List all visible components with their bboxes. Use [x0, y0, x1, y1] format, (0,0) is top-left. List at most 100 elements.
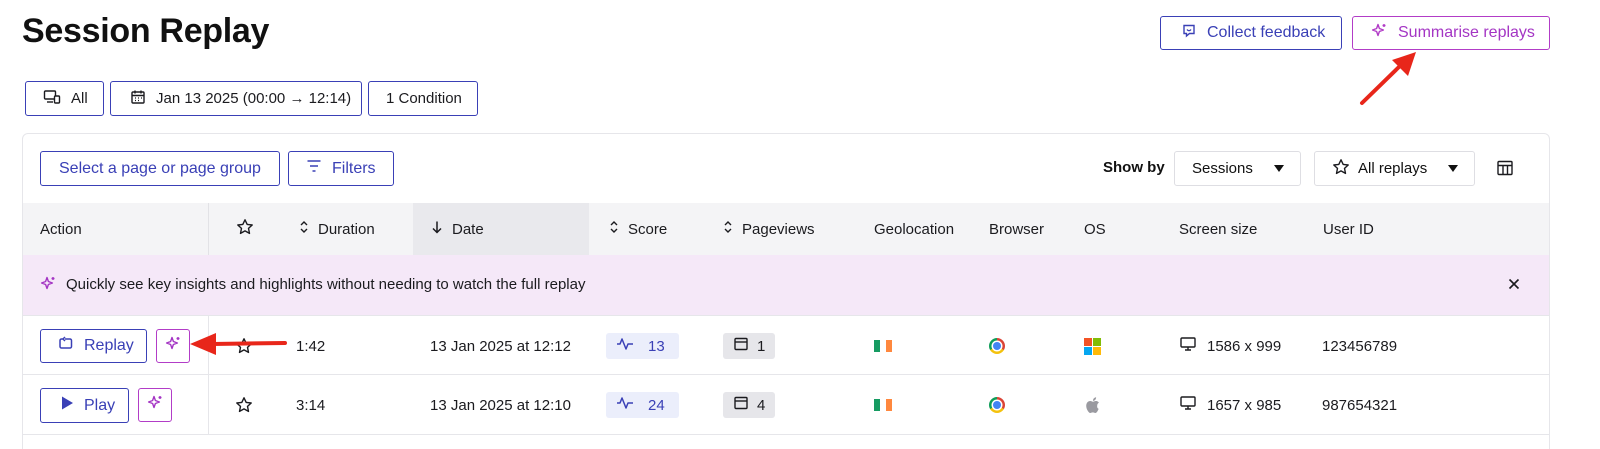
date-range-chip[interactable]: Jan 13 2025 (00:00 → 12:14) — [110, 81, 362, 116]
column-header-label: Action — [40, 220, 82, 238]
favourite-star-icon[interactable] — [235, 375, 253, 435]
user-id-cell: 987654321 — [1322, 396, 1398, 414]
close-icon[interactable] — [1507, 277, 1521, 296]
table-row[interactable]: Play 3:14 13 Jan 2025 at 12:10 24 4 1657… — [23, 375, 1549, 435]
date-cell: 13 Jan 2025 at 12:12 — [430, 337, 571, 355]
window-icon — [733, 395, 749, 415]
column-header-action: Action — [40, 203, 82, 255]
score-cell: 13 — [606, 316, 679, 376]
replays-filter-select[interactable]: All replays — [1314, 151, 1475, 186]
summarise-replays-label: Summarise replays — [1398, 24, 1535, 41]
conditions-chip[interactable]: 1 Condition — [368, 81, 478, 116]
replay-label: Replay — [84, 337, 134, 354]
table-row[interactable]: Replay 1:42 13 Jan 2025 at 12:12 13 1 15… — [23, 315, 1549, 376]
monitor-icon — [1179, 395, 1197, 415]
column-header-label: Pageviews — [742, 220, 815, 238]
conditions-label: 1 Condition — [386, 90, 462, 107]
column-header-label: Browser — [989, 220, 1045, 238]
column-header-score[interactable]: Score — [609, 203, 667, 255]
filter-icon — [306, 159, 322, 178]
sort-icon — [723, 220, 733, 238]
column-header-label: Screen size — [1179, 220, 1258, 238]
screen-size-cell: 1657 x 985 — [1179, 375, 1281, 435]
device-filter-chip[interactable]: All — [25, 81, 104, 116]
pageviews-badge: 4 — [723, 392, 776, 418]
filters-label: Filters — [332, 159, 376, 177]
screen-size-cell: 1586 x 999 — [1179, 316, 1281, 376]
column-header-geolocation: Geolocation — [874, 203, 954, 255]
caret-down-icon — [1274, 165, 1284, 172]
duration-cell: 3:14 — [296, 396, 326, 414]
feedback-icon — [1181, 23, 1197, 44]
duration-cell: 1:42 — [296, 337, 326, 355]
collect-feedback-label: Collect feedback — [1207, 24, 1326, 41]
pageviews-value: 1 — [757, 337, 766, 355]
score-badge: 24 — [606, 392, 679, 418]
page-group-selector[interactable]: Select a page or page group — [40, 151, 280, 186]
score-value: 13 — [648, 337, 665, 355]
replay-icon — [58, 335, 74, 357]
user-id-cell: 123456789 — [1322, 337, 1398, 355]
sparkle-icon — [39, 275, 57, 298]
play-button[interactable]: Play — [40, 388, 129, 423]
show-by-value: Sessions — [1192, 160, 1253, 177]
annotation-arrow-icon — [1360, 52, 1416, 105]
pageviews-cell: 1 — [723, 316, 776, 376]
date-cell: 13 Jan 2025 at 12:10 — [430, 396, 571, 414]
pageviews-badge: 1 — [723, 333, 776, 359]
sparkle-icon — [164, 335, 182, 358]
play-label: Play — [84, 396, 116, 414]
apple-icon — [1084, 375, 1100, 435]
screen-size-value: 1657 x 985 — [1207, 396, 1282, 414]
column-header-label: Score — [628, 220, 668, 238]
column-header-duration[interactable]: Duration — [299, 203, 375, 255]
page-group-label: Select a page or page group — [59, 159, 261, 177]
column-divider — [208, 316, 209, 376]
chrome-icon — [989, 375, 1005, 435]
column-header-user-id: User ID — [1323, 203, 1374, 255]
pageviews-value: 4 — [757, 396, 766, 414]
score-badge: 13 — [606, 333, 679, 359]
screen-size-value: 1586 x 999 — [1207, 337, 1282, 355]
column-header-label: User ID — [1323, 220, 1374, 238]
summarise-replays-button[interactable]: Summarise replays — [1352, 16, 1550, 50]
sparkle-icon — [1370, 22, 1388, 45]
show-by-label: Show by — [1103, 159, 1165, 176]
play-icon — [60, 395, 74, 416]
table-header: Action Duration Date Score Pageviews Geo… — [23, 203, 1549, 255]
monitor-icon — [1179, 336, 1197, 356]
date-range-label: Jan 13 2025 (00:00 → 12:14) — [156, 90, 352, 107]
collect-feedback-button[interactable]: Collect feedback — [1160, 16, 1342, 50]
column-header-favourite[interactable] — [236, 203, 254, 255]
replay-button[interactable]: Replay — [40, 329, 147, 363]
column-header-date[interactable]: Date — [431, 203, 484, 255]
show-by-select[interactable]: Sessions — [1174, 151, 1301, 186]
star-outline-icon — [1332, 158, 1350, 180]
banner-message: Quickly see key insights and highlights … — [66, 276, 586, 293]
ai-summary-banner: Quickly see key insights and highlights … — [23, 255, 1549, 315]
sort-icon — [609, 220, 619, 238]
sparkle-icon — [146, 394, 164, 417]
column-divider — [208, 375, 209, 435]
devices-icon — [43, 89, 61, 109]
score-value: 24 — [648, 396, 665, 414]
column-header-screen-size: Screen size — [1179, 203, 1257, 255]
pulse-icon — [616, 396, 634, 414]
column-header-pageviews[interactable]: Pageviews — [723, 203, 815, 255]
ireland-flag-icon — [874, 316, 892, 376]
ai-summary-button[interactable] — [156, 329, 190, 363]
column-header-browser: Browser — [989, 203, 1044, 255]
chrome-icon — [989, 316, 1005, 376]
ai-summary-button[interactable] — [138, 388, 172, 422]
column-header-label: Duration — [318, 220, 375, 238]
sort-icon — [299, 220, 309, 238]
score-cell: 24 — [606, 375, 679, 435]
columns-settings-icon[interactable] — [1496, 159, 1514, 182]
window-icon — [733, 336, 749, 356]
column-header-label: OS — [1084, 220, 1106, 238]
pageviews-cell: 4 — [723, 375, 776, 435]
page-title: Session Replay — [22, 12, 270, 50]
favourite-star-icon[interactable] — [235, 316, 253, 376]
star-outline-icon — [236, 218, 254, 240]
filters-button[interactable]: Filters — [288, 151, 394, 186]
